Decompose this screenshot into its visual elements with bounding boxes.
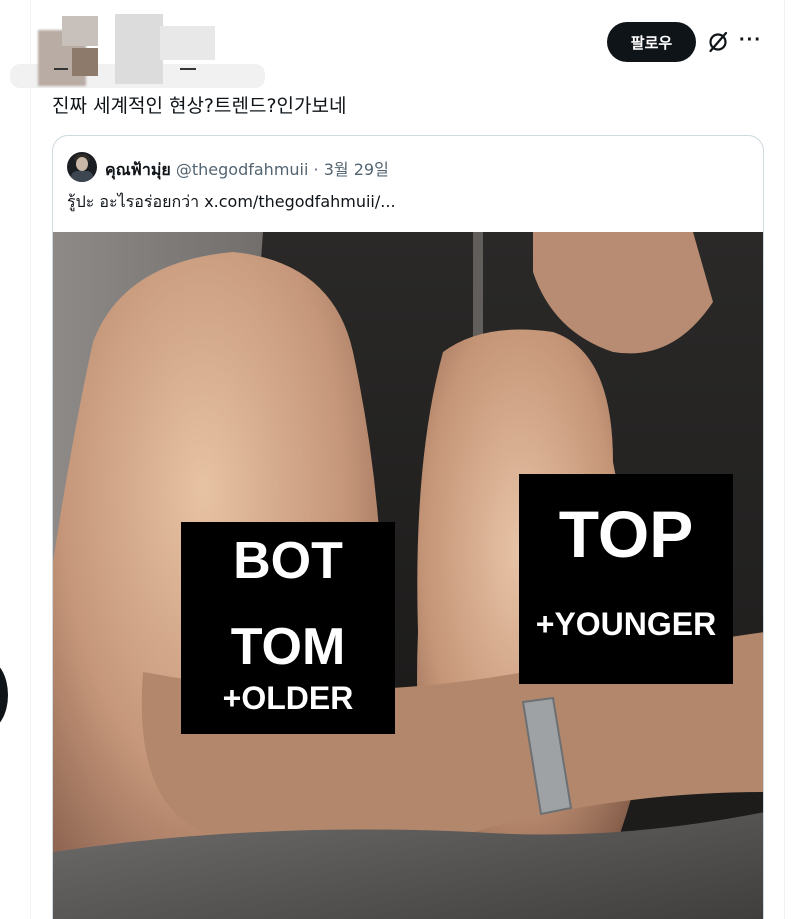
- top-label-line2: +YOUNGER: [535, 606, 717, 642]
- floating-button[interactable]: [0, 660, 8, 730]
- bot-label-line1: BOT: [233, 532, 343, 590]
- quoted-user-name[interactable]: คุณฟ้ามุ่ย: [105, 160, 171, 179]
- separator-dot: ·: [313, 160, 319, 179]
- top-label-box: TOP +YOUNGER: [519, 474, 733, 684]
- quoted-tweet-date[interactable]: 3월 29일: [324, 160, 389, 179]
- timeline-left-border: [30, 0, 31, 919]
- timeline-right-border: [784, 0, 785, 919]
- top-label-line1: TOP: [558, 497, 694, 571]
- bot-label-box: BOT TOM +OLDER: [181, 522, 395, 734]
- quoted-tweet-text: รู้ปะ อะไรอร่อยกว่า x.com/thegodfahmuii/…: [67, 192, 396, 211]
- grok-slash-icon[interactable]: [706, 30, 730, 54]
- tweet-text: 진짜 세계적인 현상?트렌드?인가보네: [52, 95, 347, 117]
- follow-button[interactable]: 팔로우: [607, 22, 696, 62]
- quoted-tweet-header: คุณฟ้ามุ่ย @thegodfahmuii · 3월 29일: [105, 156, 389, 183]
- quoted-tweet-card[interactable]: คุณฟ้ามุ่ย @thegodfahmuii · 3월 29일 รู้ปะ…: [52, 135, 764, 919]
- redacted-author-info: [10, 8, 275, 92]
- quoted-user-handle[interactable]: @thegodfahmuii: [176, 160, 309, 179]
- quoted-user-avatar[interactable]: [67, 152, 97, 182]
- quoted-tweet-image[interactable]: BOT TOM +OLDER TOP +YOUNGER: [53, 232, 763, 919]
- bot-label-line2: TOM: [230, 618, 346, 676]
- more-horizontal-icon[interactable]: ···: [739, 30, 765, 54]
- bot-label-line3: +OLDER: [222, 680, 354, 716]
